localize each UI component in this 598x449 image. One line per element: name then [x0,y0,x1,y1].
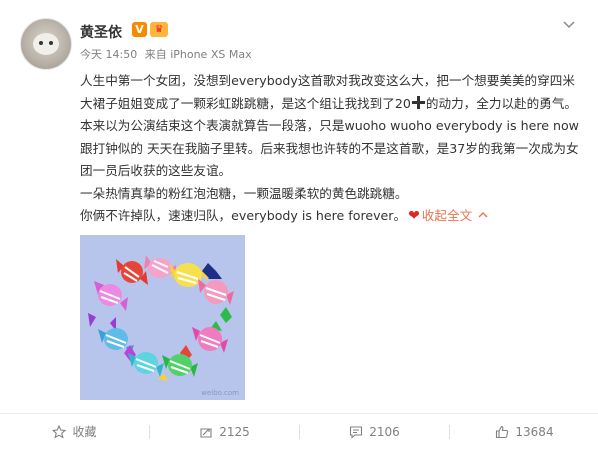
chevron-up-icon[interactable] [476,210,490,220]
avatar[interactable] [20,18,72,70]
like-icon [496,425,509,438]
candy [94,281,128,311]
collapse-link[interactable]: 收起全文 [422,208,472,223]
candy-heart-illustration [88,255,234,381]
repost-button[interactable]: 2125 [150,414,299,449]
post-source: 来自 iPhone XS Max [144,48,252,61]
avatar-eye [39,41,43,45]
repost-icon [200,427,212,438]
comment-count: 2106 [369,424,400,439]
repost-count: 2125 [219,424,250,439]
post-image[interactable]: weibo.com [80,235,245,400]
action-bar: 收藏 2125 2106 13684 [0,414,598,449]
image-watermark: weibo.com [201,389,239,397]
avatar-face [33,33,59,55]
author-name[interactable]: 黄圣依 [80,22,122,42]
weibo-post-card: 黄圣依 V ♛ 今天 14:50 来自 iPhone XS Max 人生中第一个… [0,0,598,449]
star-icon [52,424,67,439]
heart-emoji-icon: ❤ [408,208,420,224]
paragraph-2: 一朵热情真挚的粉红泡泡糖，一颗温暖柔软的黄色跳跳糖。 [80,185,408,201]
candy [128,352,164,377]
paragraph-1: 人生中第一个女团，没想到everybody这首歌对我改变这么大，把一个想要美美的… [80,70,580,183]
text-part: 你俩不许掉队，速速归队，everybody is here forever。 [80,208,407,223]
chevron-down-icon[interactable] [562,18,576,32]
avatar-eye [49,41,53,45]
candy [192,327,228,353]
post-time[interactable]: 今天 14:50 [80,48,137,61]
candy [88,313,116,331]
like-count: 13684 [515,424,554,439]
post-text: 人生中第一个女团，没想到everybody这首歌对我改变这么大，把一个想要美美的… [80,70,580,228]
comment-button[interactable]: 2106 [300,414,449,449]
paragraph-3: 你俩不许掉队，速速归队，everybody is here forever。 ❤ 收… [80,205,580,228]
member-crown-icon[interactable]: ♛ [150,22,168,37]
favorite-label: 收藏 [72,425,97,439]
candy [198,279,234,305]
like-button[interactable]: 13684 [450,414,598,449]
candy [162,354,198,377]
verified-badge-icon: V [132,22,147,37]
post-meta: 今天 14:50 来自 iPhone XS Max [80,46,256,62]
plus-emoji-icon [411,95,425,109]
comment-icon [350,425,363,439]
favorite-button[interactable]: 收藏 [0,414,149,449]
candy [210,307,232,331]
candy [116,259,148,285]
